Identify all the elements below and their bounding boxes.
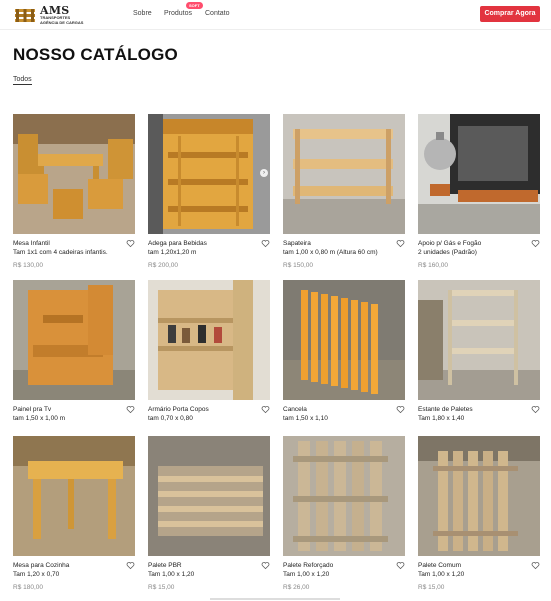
heart-outline-icon[interactable] [531, 405, 540, 414]
filter-todos[interactable]: Todos [13, 76, 32, 85]
product-card[interactable]: Palete PBR Tam 1,00 x 1,20 R$ 15,00 [148, 436, 270, 594]
logo[interactable]: AMS TRANSPORTES AGÊNCIA DE CARGAS [14, 4, 94, 26]
product-description: tam 1,20x1,20 m [148, 249, 197, 256]
product-name[interactable]: Palete Comum [418, 562, 461, 569]
logo-subtitle: TRANSPORTES AGÊNCIA DE CARGAS [40, 15, 84, 25]
product-description: tam 0,70 x 0,80 [148, 415, 193, 422]
nav-sobre[interactable]: Sobre [133, 10, 152, 17]
reinforced-pallet-image [283, 436, 405, 556]
logo-subtitle-2: AGÊNCIA DE CARGAS [40, 19, 84, 25]
product-image[interactable] [418, 114, 540, 234]
product-price: R$ 15,00 [418, 584, 445, 591]
nav-contato[interactable]: Contato [205, 10, 230, 17]
product-image[interactable]: › [148, 114, 270, 234]
product-card[interactable]: Estante de Paletes Tam 1,80 x 1,40 [418, 280, 540, 438]
heart-outline-icon[interactable] [396, 405, 405, 414]
product-price: R$ 130,00 [13, 262, 43, 269]
heart-outline-icon[interactable] [261, 561, 270, 570]
product-image[interactable] [283, 280, 405, 400]
product-name[interactable]: Estante de Paletes [418, 406, 473, 413]
product-name[interactable]: Armário Porta Copos [148, 406, 209, 413]
product-name[interactable]: Cancela [283, 406, 307, 413]
product-card[interactable]: Palete Comum Tam 1,00 x 1,20 R$ 15,00 [418, 436, 540, 594]
product-price: R$ 180,00 [13, 584, 43, 591]
product-description: tam 1,50 x 1,10 [283, 415, 328, 422]
product-name[interactable]: Sapateira [283, 240, 311, 247]
product-price: R$ 15,00 [148, 584, 175, 591]
scroll-indicator [210, 598, 340, 600]
product-description: Tam 1,00 x 1,20 [148, 571, 195, 578]
heart-outline-icon[interactable] [531, 239, 540, 248]
page-title: NOSSO CATÁLOGO [13, 45, 178, 64]
product-image[interactable] [283, 436, 405, 556]
product-image[interactable] [283, 114, 405, 234]
heart-outline-icon[interactable] [126, 239, 135, 248]
product-description: Tam 1,20 x 0,70 [13, 571, 60, 578]
product-card[interactable]: Mesa Infantil Tam 1x1 com 4 cadeiras inf… [13, 114, 135, 272]
product-description: tam 1,50 x 1,00 m [13, 415, 66, 422]
product-card[interactable]: Painel pra Tv tam 1,50 x 1,00 m [13, 280, 135, 438]
product-image[interactable] [418, 280, 540, 400]
product-card[interactable]: Palete Reforçado Tam 1,00 x 1,20 R$ 26,0… [283, 436, 405, 594]
product-description: Tam 1x1 com 4 cadeiras infantis. [13, 249, 108, 256]
buy-now-button[interactable]: Comprar Agora [480, 6, 540, 22]
product-card[interactable]: Armário Porta Copos tam 0,70 x 0,80 [148, 280, 270, 438]
pbr-pallet-image [148, 436, 270, 556]
heart-outline-icon[interactable] [396, 239, 405, 248]
product-image[interactable] [13, 436, 135, 556]
pallet-shelf-image [418, 280, 540, 400]
gas-stove-support-image [418, 114, 540, 234]
shoe-rack-image [283, 114, 405, 234]
product-card[interactable]: › Adega para Bebidas tam 1,20x1,20 m R$ … [148, 114, 270, 272]
heart-outline-icon[interactable] [126, 405, 135, 414]
cup-cabinet-image [148, 280, 270, 400]
product-price: R$ 26,00 [283, 584, 310, 591]
wine-rack-image [148, 114, 270, 234]
heart-outline-icon[interactable] [261, 239, 270, 248]
kids-table-image [13, 114, 135, 234]
product-card[interactable]: Apoio p/ Gás e Fogão 2 unidades (Padrão)… [418, 114, 540, 272]
product-image[interactable] [13, 280, 135, 400]
product-image[interactable] [13, 114, 135, 234]
site-header: AMS TRANSPORTES AGÊNCIA DE CARGAS Sobre … [0, 0, 551, 30]
product-description: 2 unidades (Padrão) [418, 249, 477, 256]
heart-outline-icon[interactable] [126, 561, 135, 570]
common-pallet-image [418, 436, 540, 556]
product-price: R$ 200,00 [148, 262, 178, 269]
product-image[interactable] [418, 436, 540, 556]
tv-panel-image [13, 280, 135, 400]
product-description: Tam 1,00 x 1,20 [418, 571, 465, 578]
product-name[interactable]: Mesa Infantil [13, 240, 50, 247]
product-card[interactable]: Mesa para Cozinha Tam 1,20 x 0,70 R$ 180… [13, 436, 135, 594]
heart-outline-icon[interactable] [531, 561, 540, 570]
product-name[interactable]: Adega para Bebidas [148, 240, 207, 247]
heart-outline-icon[interactable] [396, 561, 405, 570]
product-description: Tam 1,80 x 1,40 [418, 415, 465, 422]
product-name[interactable]: Painel pra Tv [13, 406, 51, 413]
heart-outline-icon[interactable] [261, 405, 270, 414]
product-name[interactable]: Palete PBR [148, 562, 182, 569]
product-card[interactable]: Cancela tam 1,50 x 1,10 [283, 280, 405, 438]
product-card[interactable]: Sapateira tam 1,00 x 0,80 m (Altura 60 c… [283, 114, 405, 272]
nav-produtos[interactable]: Produtos [164, 10, 192, 17]
kitchen-table-image [13, 436, 135, 556]
gate-image [283, 280, 405, 400]
chevron-right-icon[interactable]: › [260, 169, 268, 177]
product-image[interactable] [148, 280, 270, 400]
soft-badge: SOFT [186, 2, 203, 9]
product-price: R$ 160,00 [418, 262, 448, 269]
product-name[interactable]: Apoio p/ Gás e Fogão [418, 240, 481, 247]
product-description: Tam 1,00 x 1,20 [283, 571, 330, 578]
logo-pallet-icon [15, 9, 35, 22]
product-name[interactable]: Mesa para Cozinha [13, 562, 69, 569]
product-price: R$ 150,00 [283, 262, 313, 269]
product-image[interactable] [148, 436, 270, 556]
product-name[interactable]: Palete Reforçado [283, 562, 333, 569]
product-description: tam 1,00 x 0,80 m (Altura 60 cm) [283, 249, 378, 256]
